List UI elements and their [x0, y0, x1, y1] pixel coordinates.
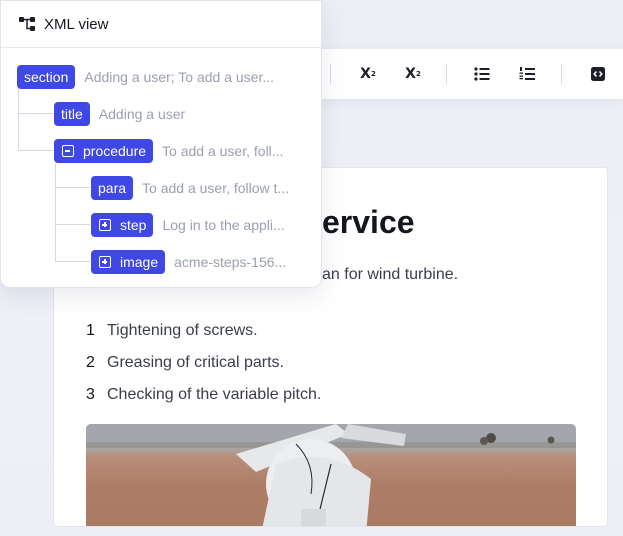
superscript-button[interactable]: X2: [355, 62, 381, 86]
bulleted-list-button[interactable]: [469, 62, 495, 86]
xml-tag[interactable]: section: [17, 65, 76, 89]
wind-turbine-photo: [86, 424, 576, 526]
list-item[interactable]: 2 Greasing of critical parts.: [86, 347, 321, 379]
subscript-button[interactable]: X2: [400, 62, 426, 86]
xml-node-preview: Adding a user: [98, 106, 186, 122]
xml-node-step[interactable]: step Log in to the appli...: [91, 213, 285, 237]
collapse-icon[interactable]: [62, 145, 74, 157]
xml-tag[interactable]: procedure: [54, 139, 154, 163]
xml-node-preview: To add a user, foll...: [162, 143, 284, 159]
xml-node-title[interactable]: title Adding a user: [54, 102, 185, 126]
procedure-list: 1 Tightening of screws. 2 Greasing of crit…: [86, 315, 321, 411]
bulleted-list-icon: [474, 67, 490, 81]
expand-icon[interactable]: [99, 256, 111, 268]
xml-node-preview: To add a user, follow t...: [142, 180, 290, 196]
xml-tag[interactable]: title: [54, 102, 90, 126]
xml-view-panel: XML view section Adding a user; To add a…: [0, 0, 322, 288]
code-icon: [591, 67, 605, 81]
tree-structure-icon: [19, 17, 35, 31]
xml-tag[interactable]: image: [91, 250, 166, 274]
document-intro[interactable]: an for wind turbine.: [322, 266, 458, 284]
xml-tag[interactable]: step: [91, 213, 154, 237]
tree-connector: [18, 113, 53, 114]
xml-node-procedure[interactable]: procedure To add a user, foll...: [54, 139, 283, 163]
numbered-list-icon: [519, 67, 535, 80]
expand-icon[interactable]: [99, 219, 111, 231]
xml-node-para[interactable]: para To add a user, follow t...: [91, 176, 289, 200]
xml-node-preview: acme-steps-156...: [174, 254, 287, 270]
toolbar-divider: [561, 64, 562, 84]
document-title[interactable]: ervice: [322, 204, 415, 241]
list-item[interactable]: 3 Checking of the variable pitch.: [86, 379, 321, 411]
tree-connector: [55, 163, 56, 261]
toolbar-divider: [330, 64, 331, 84]
code-view-button[interactable]: [585, 62, 611, 86]
tree-connector: [55, 261, 90, 262]
tree-connector: [18, 89, 19, 150]
tree-connector: [55, 224, 90, 225]
tree-connector: [18, 150, 53, 151]
xml-tag[interactable]: para: [91, 176, 134, 200]
xml-panel-title: XML view: [44, 15, 109, 33]
xml-panel-header: XML view: [1, 1, 321, 48]
list-item[interactable]: 1 Tightening of screws.: [86, 315, 321, 347]
formatting-toolbar: X2 X2: [300, 49, 623, 99]
tree-connector: [55, 187, 90, 188]
numbered-list-button[interactable]: [514, 62, 540, 86]
xml-node-preview: Adding a user; To add a user...: [84, 69, 275, 85]
wind-turbine-image[interactable]: [86, 424, 576, 526]
xml-node-preview: Log in to the appli...: [162, 217, 285, 233]
toolbar-divider: [446, 64, 447, 84]
xml-node-image[interactable]: image acme-steps-156...: [91, 250, 286, 274]
xml-node-section[interactable]: section Adding a user; To add a user...: [17, 65, 274, 89]
